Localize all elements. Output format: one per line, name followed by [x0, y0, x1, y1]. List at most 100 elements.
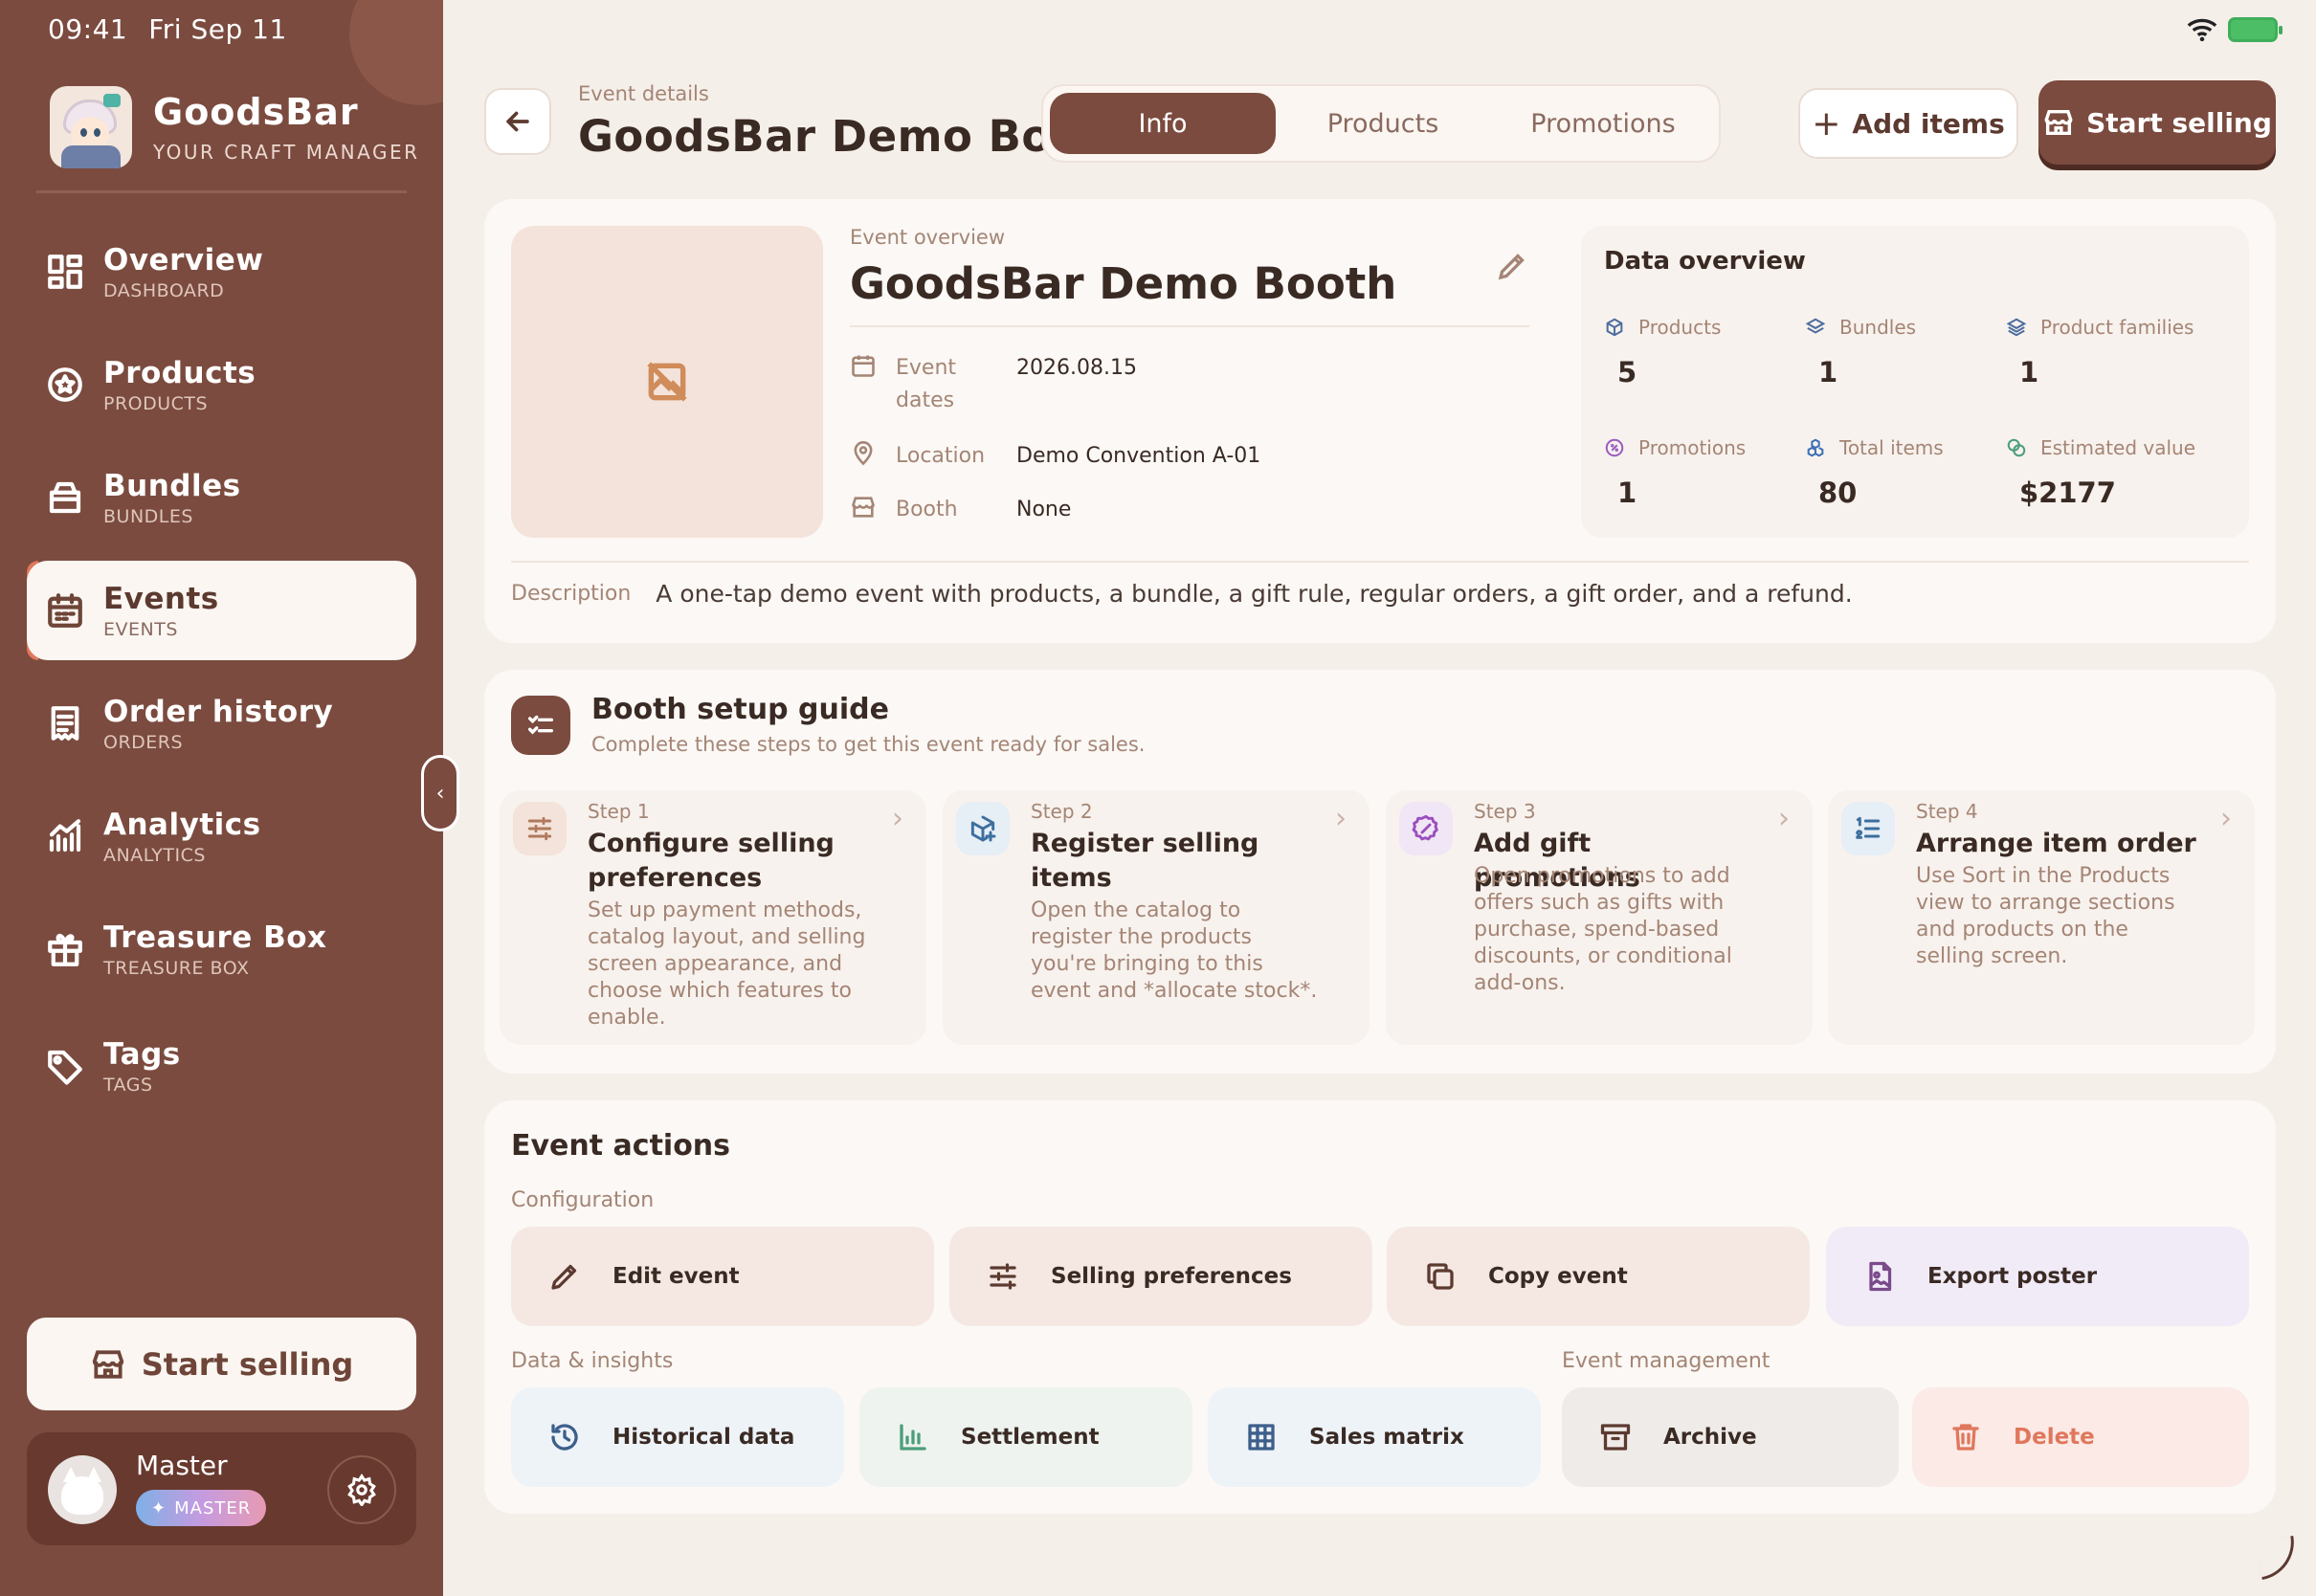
bar-chart-icon [900, 1424, 926, 1451]
tab-info[interactable]: Info [1050, 93, 1276, 154]
grid-icon [27, 252, 103, 292]
arrow-left-icon [506, 111, 529, 132]
sidebar: 09:41 Fri Sep 11 GoodsBar YOUR CRAFT MANA… [0, 0, 443, 1596]
sidebar-item-tags[interactable]: Tags TAGS [27, 1016, 416, 1116]
tab-promotions[interactable]: Promotions [1490, 93, 1716, 154]
stat-value: 80 [1818, 477, 1858, 509]
sidebar-item-analytics[interactable]: Analytics ANALYTICS [27, 787, 416, 886]
copy-event-button[interactable]: Copy event [1387, 1227, 1810, 1326]
status-date: Fri Sep 11 [148, 13, 287, 45]
sales-matrix-button[interactable]: Sales matrix [1208, 1387, 1541, 1487]
step-title: Arrange item order [1916, 829, 2196, 858]
tab-bar: Info Products Promotions [1041, 84, 1721, 163]
copy-icon [1427, 1263, 1454, 1290]
historical-data-button[interactable]: Historical data [511, 1387, 844, 1487]
edit-event-button[interactable]: Edit event [511, 1227, 934, 1326]
stack-icon [2006, 318, 2027, 337]
guide-step-3[interactable]: Step 3 Add gift promotions Open promotio… [1386, 790, 1813, 1045]
grid-table-icon [1248, 1424, 1275, 1451]
back-button[interactable] [484, 88, 551, 155]
sidebar-item-events[interactable]: Events EVENTS [27, 561, 416, 660]
chevron-right-icon: › [892, 802, 903, 835]
store-icon [92, 1349, 123, 1379]
plus-icon: + [1812, 103, 1841, 144]
sidebar-item-sub: BUNDLES [103, 505, 193, 527]
guide-step-4[interactable]: Step 4 Arrange item order Use Sort in th… [1828, 790, 2255, 1045]
management-label: Event management [1562, 1349, 1770, 1373]
pencil-icon [551, 1264, 577, 1290]
event-overview-card: Event overview GoodsBar Demo Booth Event… [484, 199, 2276, 643]
cube-icon [1606, 318, 1623, 337]
sidebar-item-sub: ORDERS [103, 731, 184, 753]
checklist-icon [511, 696, 570, 755]
data-overview-panel: Data overview Products 5 Bundles 1 Produ… [1581, 226, 2249, 538]
action-label: Selling preferences [1051, 1264, 1292, 1289]
guide-subtitle: Complete these steps to get this event r… [591, 733, 1146, 756]
store-icon [850, 494, 879, 522]
export-poster-button[interactable]: Export poster [1826, 1227, 2249, 1326]
sidebar-item-products[interactable]: Products PRODUCTS [27, 335, 416, 434]
guide-step-2[interactable]: Step 2 Register selling items Open the c… [943, 790, 1370, 1045]
step-number: Step 4 [1916, 800, 1978, 823]
user-card: Master ✦ MASTER [27, 1432, 416, 1545]
sidebar-start-selling-button[interactable]: Start selling [27, 1318, 416, 1410]
selling-preferences-button[interactable]: Selling preferences [949, 1227, 1372, 1326]
sidebar-item-overview[interactable]: Overview DASHBOARD [27, 222, 416, 321]
resize-handle [2255, 1535, 2301, 1581]
star-badge-icon [27, 365, 103, 405]
layers-icon [1805, 318, 1826, 334]
data-overview-title: Data overview [1604, 247, 1806, 276]
field-label: Booth [896, 498, 958, 521]
store-icon [2044, 109, 2073, 136]
add-items-button[interactable]: + Add items [1798, 88, 2018, 159]
calendar-icon [27, 590, 103, 631]
overview-label: Event overview [850, 226, 1006, 249]
chevron-right-icon: › [1778, 802, 1790, 835]
field-value: 2026.08.15 [1016, 356, 1137, 380]
add-items-label: Add items [1852, 107, 2005, 140]
booth-setup-guide-card: Booth setup guide Complete these steps t… [484, 670, 2276, 1074]
cubes-icon [1807, 438, 1824, 457]
sidebar-item-label: Analytics [103, 807, 261, 842]
chevron-right-icon: › [1335, 802, 1347, 835]
ordered-list-icon [1841, 802, 1895, 855]
action-label: Edit event [612, 1264, 740, 1289]
location-field: Location Demo Convention A-01 [850, 440, 1260, 473]
history-icon [551, 1424, 578, 1451]
action-label: Historical data [612, 1425, 795, 1450]
field-value: Demo Convention A-01 [1016, 444, 1261, 468]
chevron-left-icon: ‹ [435, 781, 445, 806]
step-description: Open promotions to add offers such as gi… [1474, 864, 1732, 995]
user-role-badge: ✦ MASTER [136, 1490, 267, 1526]
brand-name: GoodsBar [153, 91, 359, 133]
receipt-icon [27, 703, 103, 743]
event-image-placeholder[interactable] [511, 226, 823, 538]
settings-button[interactable] [327, 1455, 396, 1524]
status-bar-icons [2186, 17, 2283, 42]
sidebar-item-sub: EVENTS [103, 618, 178, 640]
sidebar-item-sub: PRODUCTS [103, 392, 209, 414]
stat-value: $2177 [2019, 477, 2116, 509]
sidebar-collapse-button[interactable]: ‹ [421, 755, 459, 831]
sidebar-item-bundles[interactable]: Bundles BUNDLES [27, 448, 416, 547]
sidebar-item-label: Overview [103, 242, 264, 277]
start-selling-button[interactable]: Start selling [2038, 80, 2276, 165]
stat-label: Product families [2040, 316, 2194, 339]
settlement-button[interactable]: Settlement [859, 1387, 1192, 1487]
discount-badge-icon [1399, 802, 1453, 855]
configuration-label: Configuration [511, 1188, 655, 1212]
sidebar-item-order-history[interactable]: Order history ORDERS [27, 674, 416, 773]
sidebar-item-label: Treasure Box [103, 920, 327, 955]
start-selling-label: Start selling [2086, 106, 2272, 139]
archive-button[interactable]: Archive [1562, 1387, 1899, 1487]
guide-step-1[interactable]: Step 1 Configure selling preferences Set… [500, 790, 926, 1045]
description-text: A one-tap demo event with products, a bu… [656, 580, 1853, 608]
sidebar-item-treasure-box[interactable]: Treasure Box TREASURE BOX [27, 899, 416, 999]
calendar-icon [850, 352, 879, 381]
avatar[interactable] [48, 1455, 117, 1524]
stat-label: Estimated value [2040, 436, 2196, 459]
wifi-icon [2187, 18, 2217, 42]
edit-title-button[interactable] [1495, 249, 1529, 283]
tab-products[interactable]: Products [1270, 93, 1496, 154]
delete-button[interactable]: Delete [1912, 1387, 2249, 1487]
